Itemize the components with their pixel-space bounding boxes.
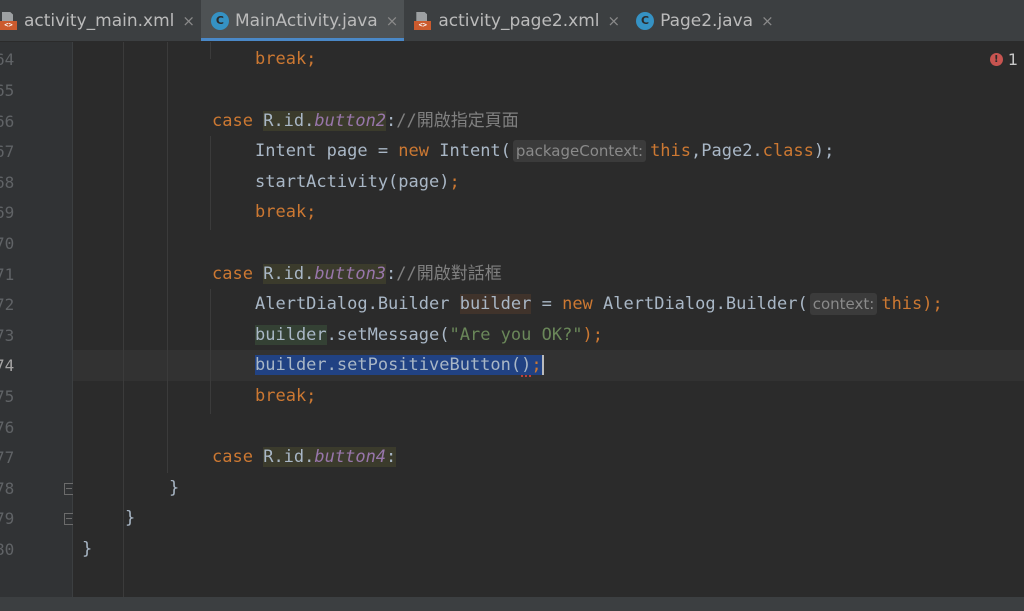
line-number: 67 [0, 142, 15, 161]
indent-guide [210, 289, 211, 414]
tab-page2-java[interactable]: C Page2.java × [626, 0, 780, 41]
code-line[interactable]: break; [255, 197, 316, 228]
parameter-hint: context: [809, 293, 878, 315]
tab-label: activity_page2.xml [438, 10, 600, 31]
text-selection: builder.setPositiveButton(); [255, 355, 542, 377]
close-icon[interactable]: × [182, 12, 195, 30]
line-number-current: 74 [0, 356, 15, 375]
line-number: 76 [0, 418, 15, 437]
line-number: 65 [0, 81, 15, 100]
code-line[interactable]: } [125, 503, 135, 534]
current-line-highlight [73, 350, 1024, 381]
tab-label: Page2.java [660, 10, 754, 31]
line-number: 70 [0, 234, 15, 253]
tab-activity-page2-xml[interactable]: <> activity_page2.xml × [404, 0, 626, 41]
code-line-selected[interactable]: builder.setPositiveButton(); [255, 350, 544, 381]
line-number: 68 [0, 173, 15, 192]
code-line[interactable]: startActivity(page); [255, 167, 460, 198]
indent-guide [123, 42, 124, 597]
code-line[interactable]: builder.setMessage("Are you OK?"); [255, 320, 603, 351]
close-icon[interactable]: × [761, 12, 774, 30]
code-line[interactable]: } [82, 534, 92, 565]
bottom-panel-edge [0, 597, 1024, 611]
tab-mainactivity-java[interactable]: C MainActivity.java × [200, 0, 405, 41]
line-number-gutter[interactable]: 64 65 66 67 68 69 70 71 72 73 74 75 76 7… [0, 42, 74, 597]
line-number: 80 [0, 540, 15, 559]
close-icon[interactable]: × [386, 12, 399, 30]
java-class-icon: C [210, 11, 229, 30]
code-line[interactable]: } [169, 473, 179, 504]
text-caret [541, 355, 544, 375]
line-number: 79 [0, 509, 15, 528]
line-number: 73 [0, 326, 15, 345]
line-number: 77 [0, 448, 15, 467]
indent-guide [210, 136, 211, 230]
code-line[interactable]: case R.id.button3://開啟對話框 [212, 259, 502, 290]
xml-file-icon: <> [0, 11, 18, 30]
error-count: 1 [1007, 50, 1018, 69]
code-line[interactable]: case R.id.button2://開啟指定頁面 [212, 106, 519, 137]
line-number: 64 [0, 50, 15, 69]
indent-guide [210, 42, 211, 59]
tab-activity-main-xml[interactable]: <> activity_main.xml × [0, 0, 201, 41]
code-line[interactable]: break; [255, 381, 316, 412]
editor-tab-bar: <> activity_main.xml × C MainActivity.ja… [0, 0, 1024, 42]
error-icon: ! [989, 53, 1003, 66]
xml-file-icon: <> [414, 11, 432, 30]
line-number: 72 [0, 295, 15, 314]
code-line[interactable]: Intent page = new Intent(packageContext:… [255, 136, 834, 167]
code-line[interactable]: case R.id.button4: [212, 442, 397, 473]
line-number: 75 [0, 387, 15, 406]
tab-label: MainActivity.java [234, 10, 378, 31]
code-editor[interactable]: break; case R.id.button2://開啟指定頁面 Intent… [73, 42, 1024, 597]
code-line[interactable]: AlertDialog.Builder builder = new AlertD… [255, 289, 943, 320]
parameter-hint: packageContext: [512, 140, 647, 162]
line-number: 71 [0, 265, 15, 284]
java-class-icon: C [636, 11, 655, 30]
line-number: 78 [0, 479, 15, 498]
error-indicator[interactable]: ! 1 [989, 50, 1018, 69]
indent-guide [167, 42, 168, 473]
code-line[interactable]: break; [255, 44, 316, 75]
line-number: 66 [0, 112, 15, 131]
line-number: 69 [0, 203, 15, 222]
close-icon[interactable]: × [608, 12, 621, 30]
tab-label: activity_main.xml [24, 10, 175, 31]
